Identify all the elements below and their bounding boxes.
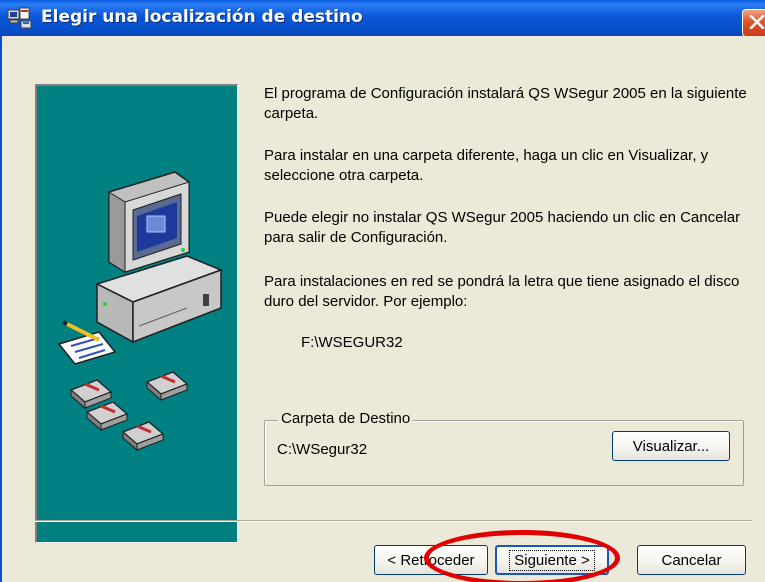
window-title: Elegir una localización de destino [41,7,363,27]
intro-paragraph: El programa de Configuración instalará Q… [264,85,747,122]
destination-path: C:\WSegur32 [277,441,368,458]
destination-group-label: Carpeta de Destino [278,410,414,427]
back-button-label: < Retroceder [387,551,475,569]
next-button-label: Siguiente > [509,549,595,571]
footer-separator-highlight [35,521,752,522]
setup-app-icon [7,6,33,30]
example-path: F:\WSEGUR32 [301,334,403,351]
next-button[interactable]: Siguiente > [495,545,609,575]
close-button[interactable] [742,9,765,37]
back-button[interactable]: < Retroceder [374,545,488,575]
cancel-button[interactable]: Cancelar [637,545,746,575]
cancel-info-paragraph: Puede elegir no instalar QS WSegur 2005 … [264,209,741,246]
cancel-button-label: Cancelar [661,551,722,569]
change-folder-paragraph: Para instalar en una carpeta diferente, … [264,147,709,184]
title-bar[interactable]: Elegir una localización de destino [0,0,765,37]
setup-illustration-panel [35,84,238,543]
browse-button[interactable]: Visualizar... [612,431,730,461]
browse-button-label: Visualizar... [632,437,710,455]
network-info-paragraph: Para instalaciones en red se pondrá la l… [264,273,740,310]
setup-dialog-window: Elegir una localización de destino El pr… [0,0,765,582]
close-x-icon [749,15,765,29]
computer-with-disks-illustration [57,171,224,452]
